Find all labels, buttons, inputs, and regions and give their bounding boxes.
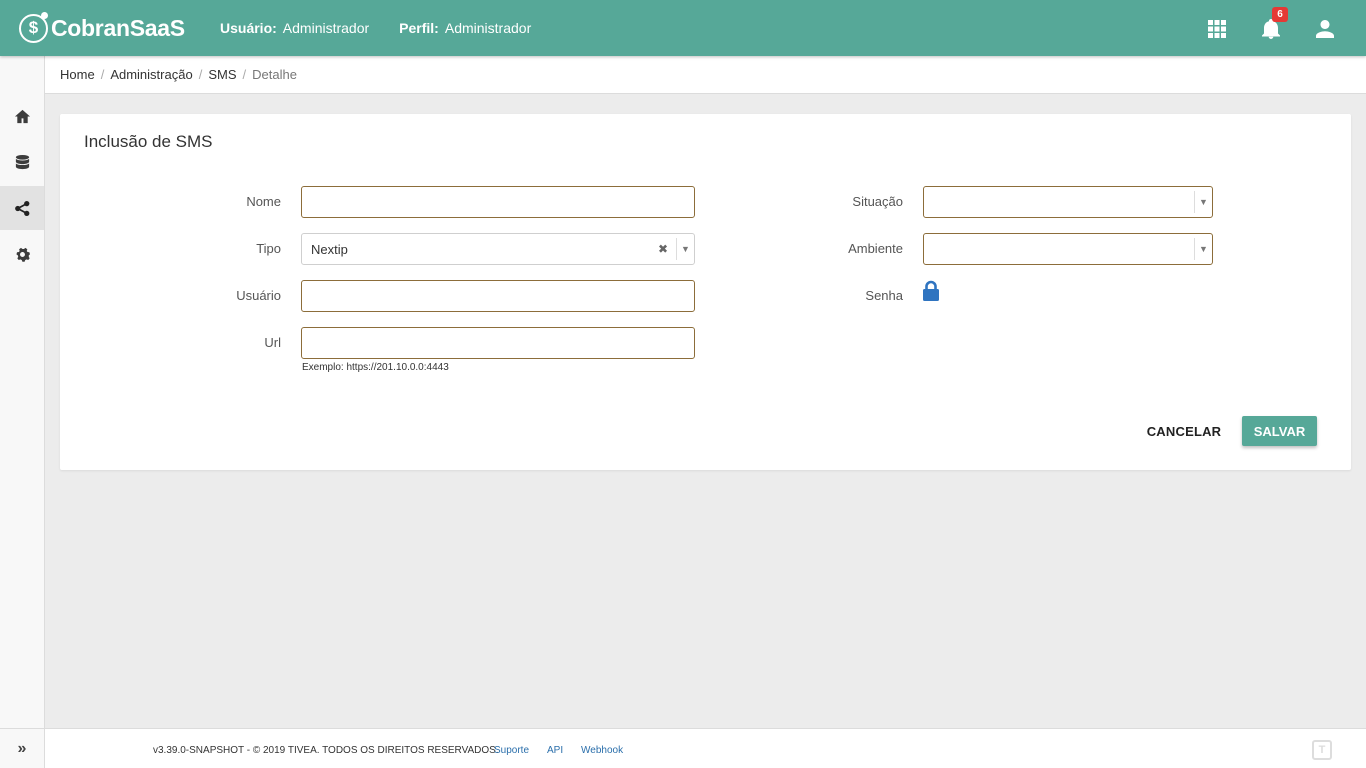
footer-link-api[interactable]: API	[547, 745, 563, 756]
notifications-bell-icon[interactable]: 6	[1260, 7, 1288, 40]
user-group: Usuário: Administrador	[220, 20, 369, 36]
share-icon	[14, 200, 29, 216]
footer-link-webhook[interactable]: Webhook	[581, 745, 623, 756]
gear-icon	[15, 247, 30, 262]
tipo-selected-value: Nextip	[311, 242, 348, 257]
app-logo[interactable]: $ CobranSaaS	[19, 11, 185, 44]
sidebar-item-database[interactable]	[0, 140, 44, 184]
nome-label: Nome	[246, 194, 281, 209]
breadcrumb-current: Detalhe	[252, 67, 297, 82]
page-title: Inclusão de SMS	[84, 132, 213, 151]
clear-icon[interactable]: ✖	[658, 242, 668, 256]
sidebar: »	[0, 56, 45, 768]
sidebar-item-home[interactable]	[0, 94, 44, 138]
url-input[interactable]	[301, 327, 695, 359]
profile-label: Perfil:	[399, 20, 439, 36]
ambiente-select[interactable]: ▼	[923, 233, 1213, 265]
footer-copyright: v3.39.0-SNAPSHOT - © 2019 TIVEA. TODOS O…	[153, 745, 499, 756]
logo-text: CobranSaaS	[51, 14, 185, 41]
user-info: Usuário: Administrador Perfil: Administrad…	[220, 20, 561, 36]
footer-link-suporte[interactable]: Suporte	[494, 745, 529, 756]
chevron-down-icon: ▼	[1194, 238, 1212, 260]
notification-badge: 6	[1272, 7, 1288, 22]
footer: v3.39.0-SNAPSHOT - © 2019 TIVEA. TODOS O…	[45, 728, 1366, 768]
breadcrumb-separator: /	[100, 67, 105, 82]
vendor-logo-icon: T	[1312, 740, 1332, 760]
tipo-label: Tipo	[256, 241, 281, 256]
usuario-input[interactable]	[301, 280, 695, 312]
nome-input[interactable]	[301, 186, 695, 218]
save-button[interactable]: SALVAR	[1242, 416, 1317, 446]
tipo-select[interactable]: Nextip ✖ ▼	[301, 233, 695, 265]
usuario-label: Usuário	[236, 288, 281, 303]
user-label: Usuário:	[220, 20, 277, 36]
sms-form-card: Inclusão de SMS Nome Tipo Nextip ✖ ▼ Usu…	[60, 114, 1351, 470]
logo-coin-icon: $	[19, 11, 48, 43]
sidebar-item-integrations[interactable]	[0, 186, 44, 230]
situacao-select[interactable]: ▼	[923, 186, 1213, 218]
profile-value: Administrador	[444, 20, 532, 36]
apps-grid-icon[interactable]	[1206, 18, 1228, 40]
top-bar: $ CobranSaaS Usuário: Administrador Perfi…	[0, 0, 1366, 56]
home-icon	[14, 109, 30, 123]
senha-label: Senha	[865, 288, 903, 303]
database-icon	[15, 154, 29, 169]
user-value: Administrador	[282, 20, 370, 36]
breadcrumb-separator: /	[242, 67, 247, 82]
ambiente-label: Ambiente	[848, 241, 903, 256]
situacao-label: Situação	[852, 194, 903, 209]
breadcrumb: Home / Administração / SMS / Detalhe	[45, 56, 1366, 94]
sidebar-item-settings[interactable]	[0, 232, 44, 276]
user-account-icon[interactable]	[1314, 18, 1336, 40]
breadcrumb-home[interactable]: Home	[60, 67, 95, 82]
url-hint: Exemplo: https://201.10.0.0:4443	[302, 362, 449, 373]
chevron-down-icon: ▼	[676, 238, 694, 260]
breadcrumb-sms[interactable]: SMS	[208, 67, 236, 82]
breadcrumb-separator: /	[198, 67, 203, 82]
url-label: Url	[264, 335, 281, 350]
sidebar-expand-button[interactable]: »	[0, 728, 44, 768]
cancel-button[interactable]: CANCELAR	[1144, 416, 1224, 446]
breadcrumb-administracao[interactable]: Administração	[110, 67, 192, 82]
profile-group: Perfil: Administrador	[399, 20, 531, 36]
lock-icon[interactable]	[922, 280, 940, 302]
chevron-down-icon: ▼	[1194, 191, 1212, 213]
